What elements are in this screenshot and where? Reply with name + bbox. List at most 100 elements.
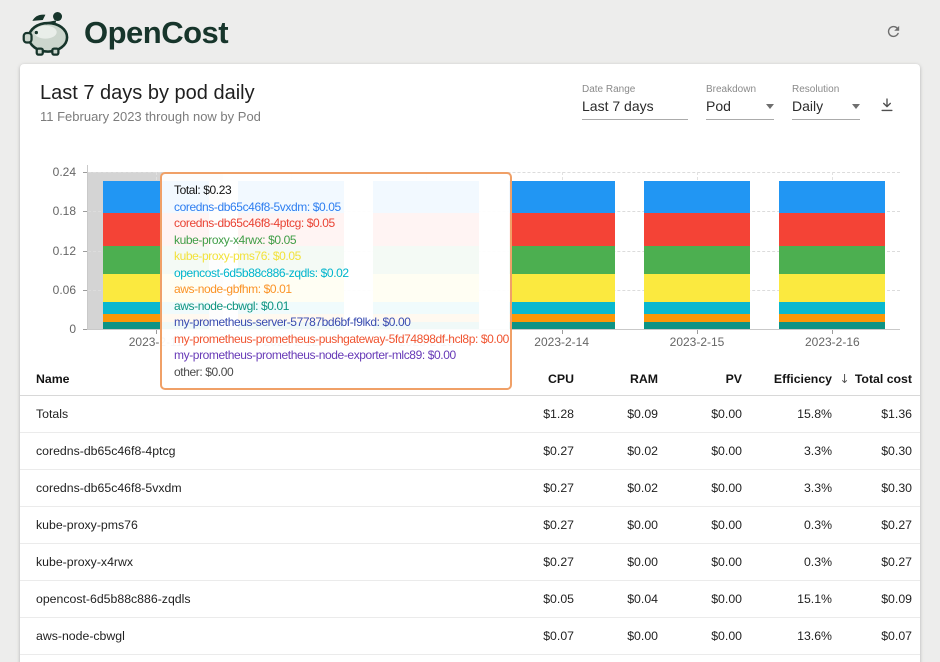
bar-segment[interactable] [509, 181, 615, 212]
tooltip-item: my-prometheus-prometheus-node-exporter-m… [174, 347, 498, 364]
bar-segment[interactable] [644, 246, 750, 274]
bar-segment[interactable] [509, 274, 615, 302]
opencost-brand: OpenCost [22, 9, 228, 57]
row-value: 3.3% [742, 481, 832, 495]
table-row: opencost-6d5b88c886-zqdls$0.05$0.04$0.00… [20, 581, 920, 618]
table-header-pv[interactable]: PV [658, 372, 742, 386]
row-value: 15.1% [742, 592, 832, 606]
bar-segment[interactable] [779, 302, 885, 314]
row-value: $0.00 [658, 518, 742, 532]
bar-segment[interactable] [779, 213, 885, 246]
row-value: 3.3% [742, 444, 832, 458]
table-header-total-cost[interactable]: ↓Total cost [832, 372, 912, 386]
y-axis-label: 0.06 [20, 283, 76, 297]
row-value: $1.28 [484, 407, 574, 421]
brand-name: OpenCost [84, 15, 228, 51]
row-name: kube-proxy-pms76 [36, 518, 484, 532]
control-date-range[interactable]: Date Range Last 7 days [582, 84, 688, 120]
row-value: $0.30 [832, 444, 912, 458]
bar-segment[interactable] [779, 274, 885, 302]
bar-segment[interactable] [509, 314, 615, 322]
bar-segment[interactable] [779, 246, 885, 274]
row-value: $0.00 [658, 407, 742, 421]
control-resolution[interactable]: ResolutionDaily [792, 84, 860, 120]
row-name: Totals [36, 407, 484, 421]
sort-descending-icon: ↓ [840, 372, 850, 386]
table-row: Totals$1.28$0.09$0.0015.8%$1.36 [20, 396, 920, 433]
row-value: $0.00 [658, 481, 742, 495]
control-value-text: Pod [706, 98, 731, 114]
bar-segment[interactable] [644, 213, 750, 246]
row-value: $0.02 [574, 444, 658, 458]
control-value: Last 7 days [582, 98, 688, 114]
row-value: $0.04 [574, 592, 658, 606]
x-tickmark [832, 330, 833, 334]
control-label: Date Range [582, 84, 688, 95]
row-value: $0.00 [574, 629, 658, 643]
tooltip-item: aws-node-cbwgl: $0.01 [174, 298, 498, 315]
tooltip-item: aws-node-gbfhm: $0.01 [174, 281, 498, 298]
row-value: $0.00 [658, 592, 742, 606]
table-row: coredns-db65c46f8-5vxdm$0.27$0.02$0.003.… [20, 470, 920, 507]
table-row: kube-proxy-pms76$0.27$0.00$0.000.3%$0.27 [20, 507, 920, 544]
row-value: $0.09 [832, 592, 912, 606]
x-axis-label: 2023-2-14 [517, 335, 607, 349]
download-button[interactable] [878, 96, 896, 117]
row-value: $0.00 [658, 555, 742, 569]
bar-segment[interactable] [509, 246, 615, 274]
table-header-efficiency[interactable]: Efficiency [742, 372, 832, 386]
y-axis-label: 0 [20, 322, 76, 336]
allocation-table: NameCPURAMPVEfficiency↓Total costTotals$… [20, 362, 920, 655]
refresh-button[interactable] [881, 19, 906, 47]
bar-segment[interactable] [779, 322, 885, 329]
tooltip-item: my-prometheus-prometheus-pushgateway-5fd… [174, 331, 498, 348]
control-breakdown[interactable]: Breakdown Pod [706, 84, 774, 120]
y-axis-label: 0.12 [20, 244, 76, 258]
bar-segment[interactable] [779, 314, 885, 322]
download-icon [878, 96, 896, 114]
row-value: $0.27 [832, 518, 912, 532]
bar-segment[interactable] [644, 274, 750, 302]
chevron-down-icon [766, 104, 774, 109]
row-value: $0.02 [574, 481, 658, 495]
bar-segment[interactable] [644, 314, 750, 322]
bar-segment[interactable] [779, 181, 885, 212]
bar-segment[interactable] [509, 302, 615, 314]
tooltip-item: coredns-db65c46f8-4ptcg: $0.05 [174, 215, 498, 232]
bar-segment[interactable] [509, 213, 615, 246]
control-label: Breakdown [706, 84, 774, 95]
row-value: $0.27 [484, 518, 574, 532]
row-value: $0.00 [658, 629, 742, 643]
refresh-icon [885, 23, 902, 40]
tooltip-item: opencost-6d5b88c886-zqdls: $0.02 [174, 265, 498, 282]
bar-segment[interactable] [644, 322, 750, 329]
row-value: 0.3% [742, 518, 832, 532]
app-header: OpenCost [0, 0, 940, 64]
row-value: $0.27 [832, 555, 912, 569]
x-tickmark [156, 330, 157, 334]
x-axis-label: 2023-2-16 [787, 335, 877, 349]
bar-segment[interactable] [509, 322, 615, 329]
card-header: Last 7 days by pod daily 11 February 202… [20, 80, 920, 132]
row-value: 0.3% [742, 555, 832, 569]
control-label: Resolution [792, 84, 860, 95]
y-axis-line [87, 165, 88, 330]
row-value: $0.00 [574, 518, 658, 532]
tooltip-item: kube-proxy-pms76: $0.05 [174, 248, 498, 265]
tooltip-item: coredns-db65c46f8-5vxdm: $0.05 [174, 199, 498, 216]
x-tickmark [562, 330, 563, 334]
y-axis-label: 0.24 [20, 165, 76, 179]
bar-segment[interactable] [644, 302, 750, 314]
row-value: $0.00 [658, 444, 742, 458]
row-value: $0.09 [574, 407, 658, 421]
row-name: kube-proxy-x4rwx [36, 555, 484, 569]
row-name: coredns-db65c46f8-5vxdm [36, 481, 484, 495]
opencost-logo-icon [22, 9, 74, 57]
row-value: $0.27 [484, 555, 574, 569]
table-header-ram[interactable]: RAM [574, 372, 658, 386]
row-value: $0.27 [484, 444, 574, 458]
x-axis-label: 2023-2-15 [652, 335, 742, 349]
controls: Date Range Last 7 days Breakdown Pod Resolut… [582, 82, 896, 120]
bar-segment[interactable] [644, 181, 750, 212]
row-value: $1.36 [832, 407, 912, 421]
